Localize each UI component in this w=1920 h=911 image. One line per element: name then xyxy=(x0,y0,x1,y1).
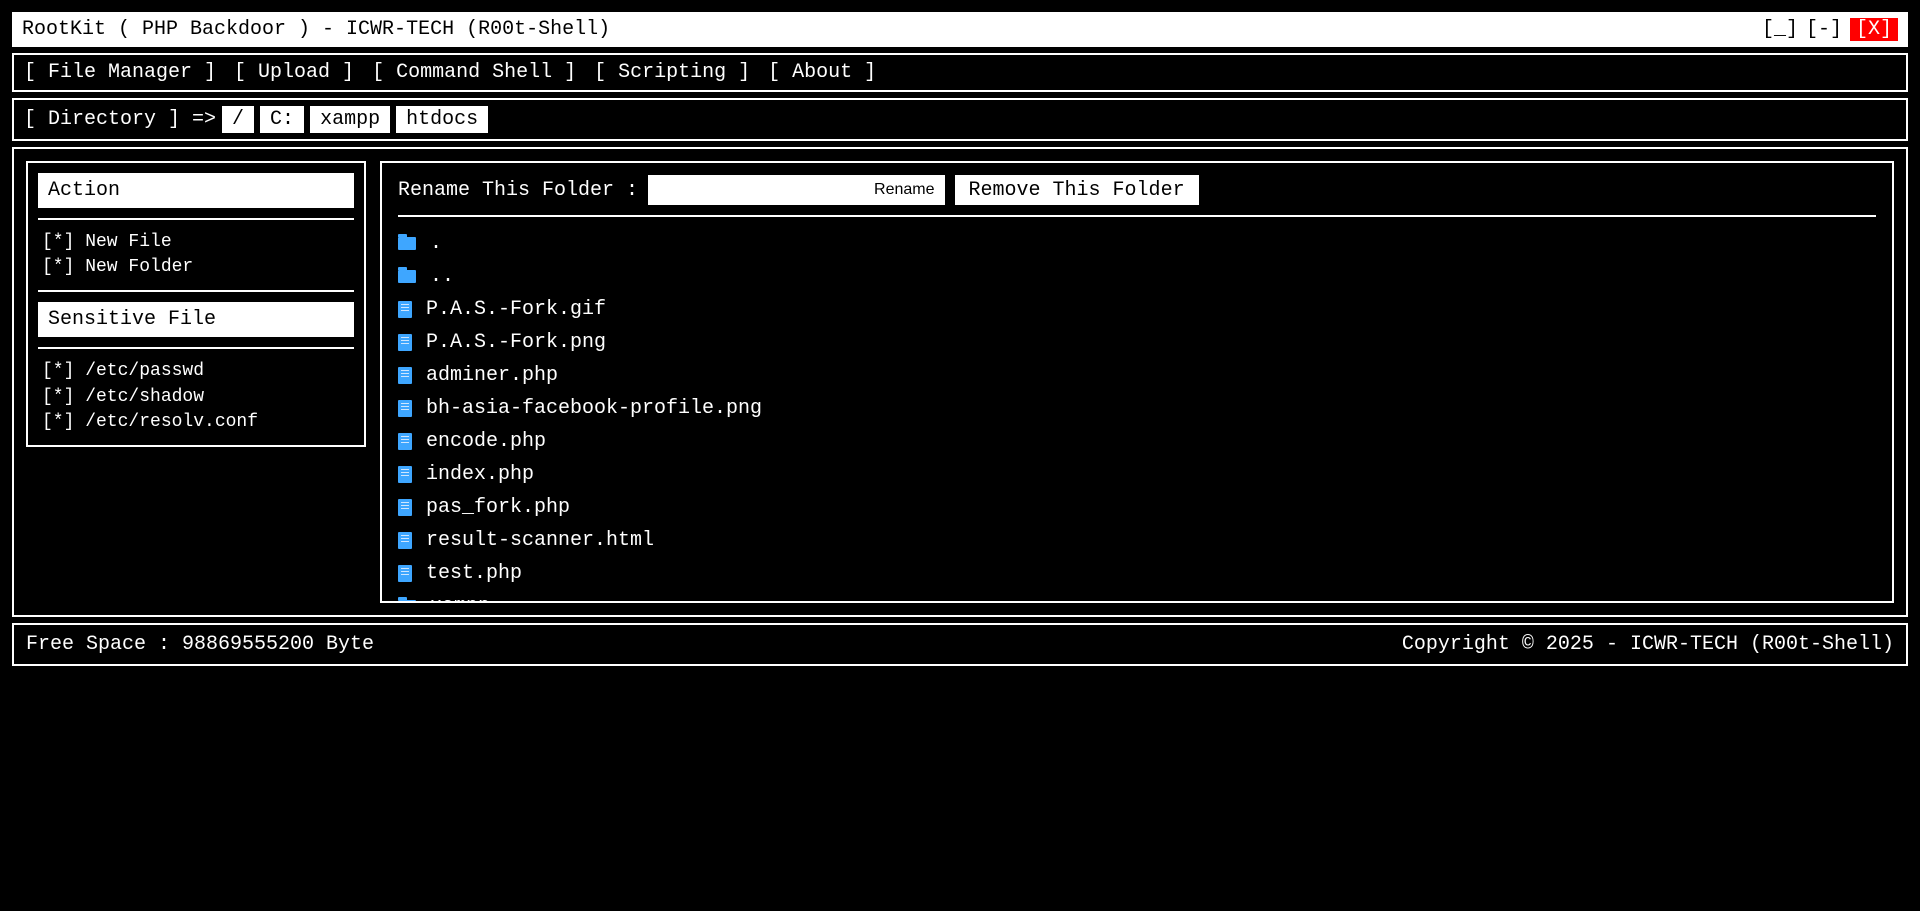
file-icon xyxy=(398,367,412,384)
main-area: Action [*] New File [*] New Folder Sensi… xyxy=(12,147,1908,617)
file-row[interactable]: result-scanner.html xyxy=(398,524,1876,557)
folder-icon xyxy=(398,237,416,250)
file-name: test.php xyxy=(426,557,522,590)
file-icon xyxy=(398,565,412,582)
title-bar: RootKit ( PHP Backdoor ) - ICWR-TECH (R0… xyxy=(12,12,1908,47)
folder-row[interactable]: . xyxy=(398,227,1876,260)
sidebar-sensitive-list: [*] /etc/passwd [*] /etc/shadow [*] /etc… xyxy=(38,359,354,435)
nav-bar: [ File Manager ] [ Upload ] [ Command Sh… xyxy=(12,53,1908,92)
file-name: bh-asia-facebook-profile.png xyxy=(426,392,762,425)
divider xyxy=(38,347,354,349)
file-list: ...P.A.S.-Fork.gifP.A.S.-Fork.pngadminer… xyxy=(398,227,1876,603)
path-seg-xampp[interactable]: xampp xyxy=(310,106,390,133)
file-icon xyxy=(398,532,412,549)
minimize-button[interactable]: [_] xyxy=(1762,18,1798,41)
sidebar: Action [*] New File [*] New Folder Sensi… xyxy=(26,161,366,447)
nav-about[interactable]: [ About ] xyxy=(768,61,876,84)
remove-folder-button[interactable]: Remove This Folder xyxy=(955,175,1199,205)
file-icon xyxy=(398,334,412,351)
file-name: result-scanner.html xyxy=(426,524,654,557)
file-name: encode.php xyxy=(426,425,546,458)
sidebar-item-etc-resolv[interactable]: [*] /etc/resolv.conf xyxy=(42,410,350,435)
nav-command-shell[interactable]: [ Command Shell ] xyxy=(372,61,576,84)
sidebar-action-head: Action xyxy=(38,173,354,208)
file-row[interactable]: P.A.S.-Fork.gif xyxy=(398,293,1876,326)
file-icon xyxy=(398,301,412,318)
folder-actions-row: Rename This Folder : Rename Remove This … xyxy=(398,175,1876,205)
sidebar-sensitive-head: Sensitive File xyxy=(38,302,354,337)
sidebar-item-new-file[interactable]: [*] New File xyxy=(42,230,350,255)
path-bar: [ Directory ] => / C: xampp htdocs xyxy=(12,98,1908,141)
content-panel: Rename This Folder : Rename Remove This … xyxy=(380,161,1894,603)
file-name: . xyxy=(430,227,442,260)
file-icon xyxy=(398,499,412,516)
file-name: pas_fork.php xyxy=(426,491,570,524)
close-button[interactable]: [X] xyxy=(1850,18,1898,41)
sidebar-item-new-folder[interactable]: [*] New Folder xyxy=(42,255,350,280)
app-title: RootKit ( PHP Backdoor ) - ICWR-TECH (R0… xyxy=(22,18,610,41)
file-icon xyxy=(398,466,412,483)
divider xyxy=(38,218,354,220)
file-row[interactable]: bh-asia-facebook-profile.png xyxy=(398,392,1876,425)
path-seg-root[interactable]: / xyxy=(222,106,254,133)
folder-icon xyxy=(398,270,416,283)
divider xyxy=(38,290,354,292)
path-seg-c[interactable]: C: xyxy=(260,106,304,133)
file-icon xyxy=(398,400,412,417)
file-name: adminer.php xyxy=(426,359,558,392)
file-name: .. xyxy=(430,260,454,293)
free-space-text: Free Space : 98869555200 Byte xyxy=(26,633,374,656)
nav-scripting[interactable]: [ Scripting ] xyxy=(594,61,750,84)
window-buttons: [_] [-] [X] xyxy=(1762,18,1898,41)
file-name: xampp xyxy=(430,590,490,603)
file-row[interactable]: encode.php xyxy=(398,425,1876,458)
rename-button[interactable]: Rename xyxy=(864,175,944,205)
file-name: P.A.S.-Fork.gif xyxy=(426,293,606,326)
sidebar-item-etc-passwd[interactable]: [*] /etc/passwd xyxy=(42,359,350,384)
folder-row[interactable]: .. xyxy=(398,260,1876,293)
rename-label: Rename This Folder : xyxy=(398,179,638,202)
file-row[interactable]: P.A.S.-Fork.png xyxy=(398,326,1876,359)
folder-icon xyxy=(398,600,416,603)
file-row[interactable]: pas_fork.php xyxy=(398,491,1876,524)
directory-label: [ Directory ] => xyxy=(24,108,216,131)
file-row[interactable]: index.php xyxy=(398,458,1876,491)
sidebar-item-etc-shadow[interactable]: [*] /etc/shadow xyxy=(42,385,350,410)
rename-input[interactable] xyxy=(648,175,868,205)
file-name: index.php xyxy=(426,458,534,491)
file-icon xyxy=(398,433,412,450)
divider xyxy=(398,215,1876,217)
folder-row[interactable]: xampp xyxy=(398,590,1876,603)
file-row[interactable]: adminer.php xyxy=(398,359,1876,392)
file-name: P.A.S.-Fork.png xyxy=(426,326,606,359)
nav-file-manager[interactable]: [ File Manager ] xyxy=(24,61,216,84)
sidebar-action-list: [*] New File [*] New Folder xyxy=(38,230,354,280)
file-row[interactable]: test.php xyxy=(398,557,1876,590)
footer-bar: Free Space : 98869555200 Byte Copyright … xyxy=(12,623,1908,666)
maximize-button[interactable]: [-] xyxy=(1806,18,1842,41)
copyright-text: Copyright © 2025 - ICWR-TECH (R00t-Shell… xyxy=(1402,633,1894,656)
nav-upload[interactable]: [ Upload ] xyxy=(234,61,354,84)
path-seg-htdocs[interactable]: htdocs xyxy=(396,106,488,133)
